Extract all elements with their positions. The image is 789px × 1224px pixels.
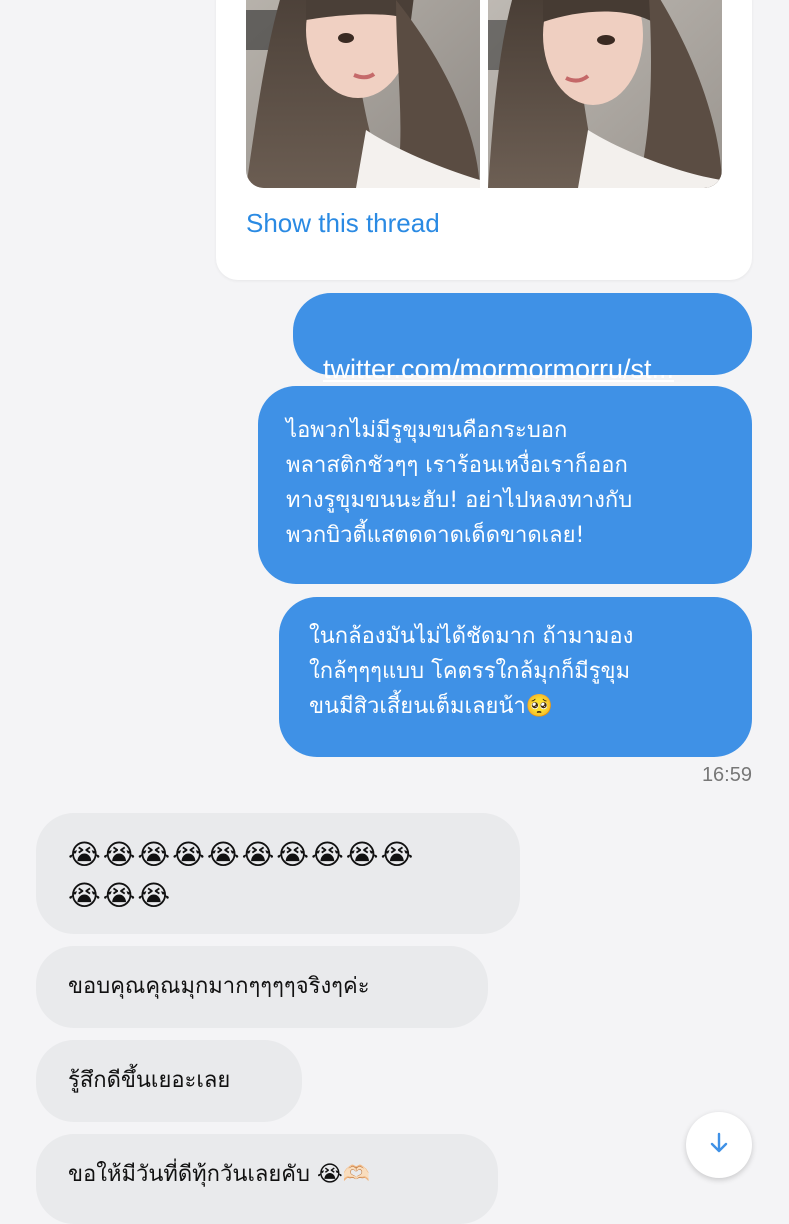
outgoing-message-2[interactable]: ในกล้องมันไม่ได้ชัดมาก ถ้ามามอง ใกล้ๆๆๆแ… [279,597,752,757]
incoming-message-thanks[interactable]: ขอบคุณคุณมุกมากๆๆๆๆจริงๆค่ะ [36,946,488,1028]
scroll-to-bottom-button[interactable] [686,1112,752,1178]
arrow-down-icon [707,1131,731,1159]
show-thread-link[interactable]: Show this thread [246,208,440,239]
incoming-message-feel[interactable]: รู้สึกดีขึ้นเยอะเลย [36,1040,302,1122]
message-link-bubble[interactable]: twitter.com/mormormorru/st... [293,293,752,384]
incoming-message-wish[interactable]: ขอให้มีวันที่ดีทุ้กวันเลยคับ 😭🫶🏻 [36,1134,498,1224]
tweet-photo-1[interactable] [246,0,480,188]
tweet-photo-2[interactable] [488,0,722,188]
message-timestamp: 16:59 [701,764,752,786]
incoming-message-emoji[interactable]: 😭😭😭😭😭😭😭😭😭😭 😭😭😭 [36,813,520,934]
outgoing-message-1[interactable]: ไอพวกไม่มีรูขุมขนคือกระบอก พลาสติกชัวๆๆ … [258,386,752,584]
tweet-url-link[interactable]: twitter.com/mormormorru/st... [323,354,674,384]
tweet-card[interactable]: Show this thread [216,0,752,280]
